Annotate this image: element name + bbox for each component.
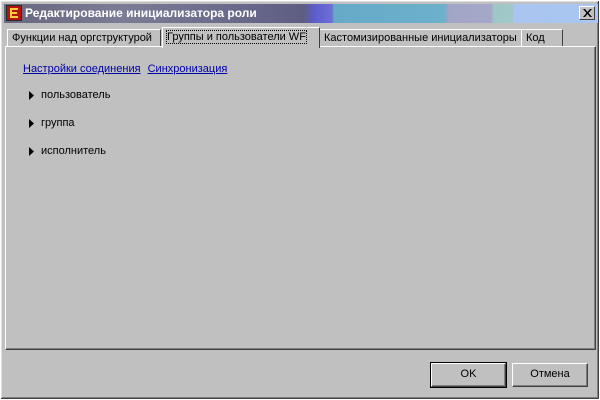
tab-custom-initializers[interactable]: Кастомизированные инициализаторы: [319, 29, 522, 46]
tab-label: Функции над оргструктурой: [12, 32, 152, 44]
tree-item-label: пользователь: [41, 89, 111, 101]
close-icon: [583, 9, 592, 17]
cancel-button[interactable]: Отмена: [512, 363, 588, 387]
tab-label: Группы и пользователи WF: [166, 30, 307, 44]
dialog-window: Редактирование инициализатора роли Функц…: [0, 0, 600, 400]
tree-item-label: исполнитель: [41, 145, 106, 157]
tab-panel: Настройки соединения Синхронизация польз…: [5, 46, 596, 350]
app-logo-icon: [6, 5, 22, 21]
triangle-right-icon[interactable]: [29, 91, 34, 100]
tab-code[interactable]: Код: [521, 29, 563, 46]
links-row: Настройки соединения Синхронизация: [23, 63, 231, 75]
triangle-right-icon[interactable]: [29, 119, 34, 128]
connection-settings-link[interactable]: Настройки соединения: [23, 63, 141, 75]
title-bar[interactable]: Редактирование инициализатора роли: [4, 4, 598, 23]
tab-label: Кастомизированные инициализаторы: [324, 32, 517, 44]
tree-item-label: группа: [41, 117, 75, 129]
tab-wf-groups-users[interactable]: Группы и пользователи WF: [162, 27, 320, 48]
close-button[interactable]: [579, 6, 595, 20]
triangle-right-icon[interactable]: [29, 147, 34, 156]
tab-label: Код: [526, 32, 545, 44]
window-title: Редактирование инициализатора роли: [25, 6, 257, 20]
sync-link[interactable]: Синхронизация: [148, 63, 228, 75]
ok-button[interactable]: OK: [430, 362, 507, 388]
tab-org-functions[interactable]: Функции над оргструктурой: [7, 29, 161, 46]
